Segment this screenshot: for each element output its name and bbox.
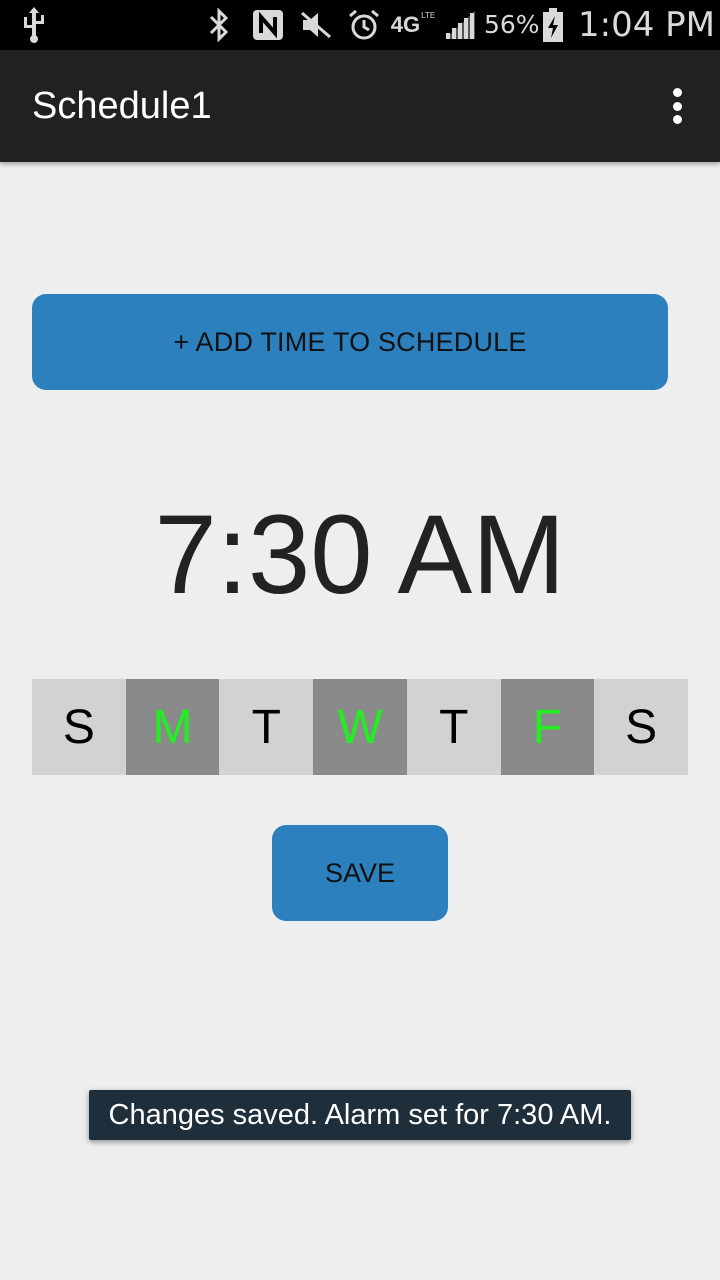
day-toggle-tuesday[interactable]: T bbox=[219, 679, 314, 775]
days-of-week-selector: S M T W T F S bbox=[32, 679, 689, 775]
network-label: 4G bbox=[390, 12, 421, 37]
day-toggle-thursday[interactable]: T bbox=[406, 679, 501, 775]
toast-message: Changes saved. Alarm set for 7:30 AM. bbox=[89, 1090, 631, 1140]
signal-icon bbox=[442, 7, 478, 43]
mute-icon bbox=[298, 7, 334, 43]
day-toggle-sunday[interactable]: S bbox=[32, 679, 126, 775]
network-sub-label: LTE bbox=[421, 11, 436, 20]
day-toggle-monday[interactable]: M bbox=[125, 679, 220, 775]
day-toggle-wednesday[interactable]: W bbox=[313, 679, 407, 775]
save-button[interactable]: SAVE bbox=[272, 825, 448, 921]
status-bar: 4G LTE 56% 1:04 PM bbox=[0, 0, 720, 50]
time-display[interactable]: 7:30 AM bbox=[0, 480, 720, 630]
add-time-button[interactable]: + ADD TIME TO SCHEDULE bbox=[32, 294, 668, 390]
more-vert-icon[interactable] bbox=[662, 86, 692, 126]
battery-percent: 56% bbox=[484, 10, 540, 39]
clock: 1:04 PM bbox=[578, 5, 715, 45]
4g-lte-icon: 4G LTE bbox=[390, 7, 436, 43]
day-toggle-friday[interactable]: F bbox=[500, 679, 595, 775]
day-toggle-saturday[interactable]: S bbox=[594, 679, 689, 775]
app-bar: Schedule1 bbox=[0, 50, 720, 162]
bluetooth-icon bbox=[204, 7, 234, 43]
nfc-icon bbox=[250, 7, 286, 43]
page-title: Schedule1 bbox=[32, 85, 212, 127]
alarm-icon bbox=[346, 7, 382, 43]
usb-icon bbox=[20, 7, 48, 43]
battery-charging-icon bbox=[540, 7, 566, 43]
